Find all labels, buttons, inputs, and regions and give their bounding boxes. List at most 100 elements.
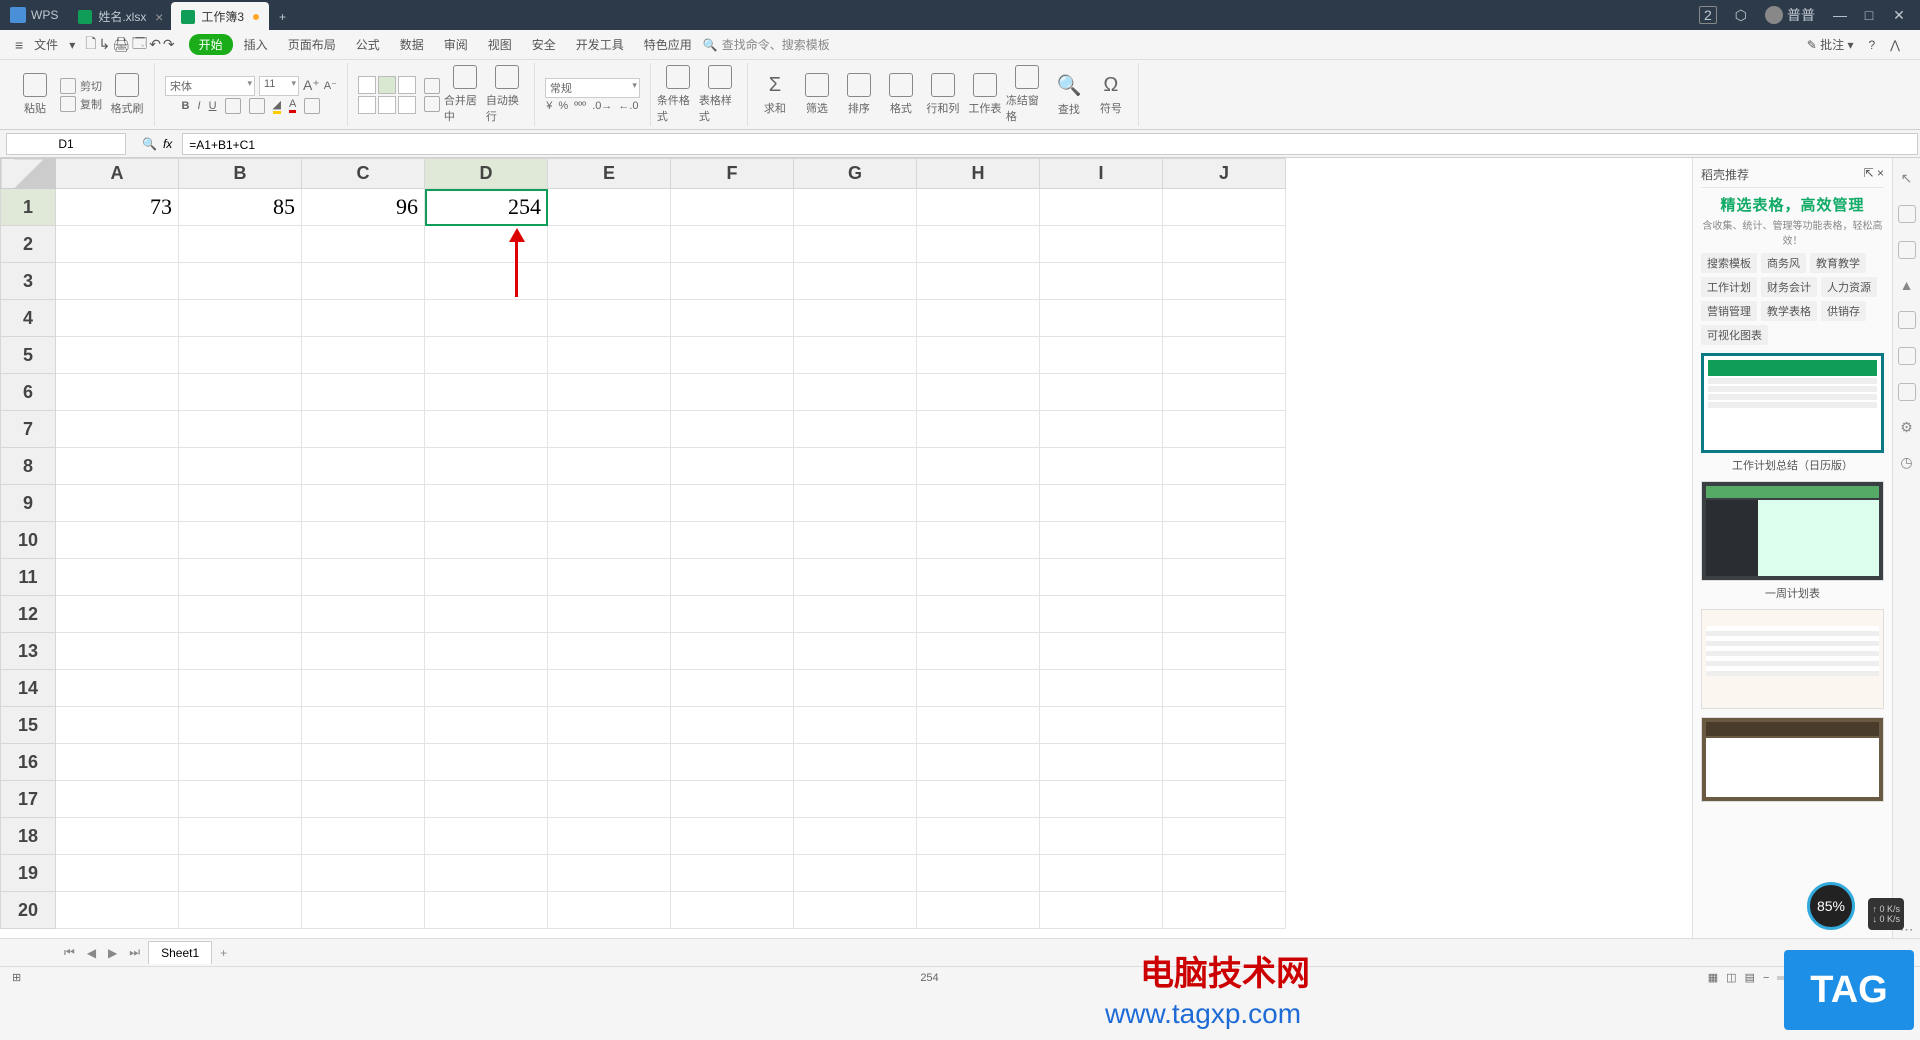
rail-icon-4[interactable] — [1898, 347, 1916, 365]
add-sheet-icon[interactable]: + — [216, 944, 231, 962]
cell-B9[interactable] — [179, 485, 302, 522]
cell-D16[interactable] — [425, 744, 548, 781]
cell-A12[interactable] — [56, 596, 179, 633]
cell-J14[interactable] — [1163, 670, 1286, 707]
menu-icon[interactable]: ≡ — [15, 37, 23, 53]
dec-inc-icon[interactable]: .0→ — [592, 100, 612, 112]
tab-home[interactable]: 开始 — [189, 34, 233, 55]
cell-F20[interactable] — [671, 892, 794, 929]
font-name-combo[interactable]: 宋体 — [165, 76, 255, 96]
col-header-A[interactable]: A — [56, 159, 179, 189]
tab-view[interactable]: 视图 — [479, 32, 521, 57]
grid[interactable]: ABCDEFGHIJ173859625423456789101112131415… — [0, 158, 1692, 938]
bold-button[interactable]: B — [182, 100, 190, 112]
col-header-F[interactable]: F — [671, 159, 794, 189]
cell-F18[interactable] — [671, 818, 794, 855]
cell-H14[interactable] — [917, 670, 1040, 707]
cell-B10[interactable] — [179, 522, 302, 559]
row-header-13[interactable]: 13 — [1, 633, 56, 670]
cell-E13[interactable] — [548, 633, 671, 670]
col-header-C[interactable]: C — [302, 159, 425, 189]
cell-E4[interactable] — [548, 300, 671, 337]
template-tag-7[interactable]: 教学表格 — [1761, 301, 1817, 321]
panel-close-icon[interactable]: × — [1877, 166, 1884, 180]
cell-B7[interactable] — [179, 411, 302, 448]
cell-A13[interactable] — [56, 633, 179, 670]
cell-G17[interactable] — [794, 781, 917, 818]
cell-D11[interactable] — [425, 559, 548, 596]
template-tag-9[interactable]: 可视化图表 — [1701, 325, 1768, 345]
font-color-icon[interactable]: A — [289, 98, 296, 113]
cell-A6[interactable] — [56, 374, 179, 411]
col-header-B[interactable]: B — [179, 159, 302, 189]
cell-G3[interactable] — [794, 263, 917, 300]
rail-clock-icon[interactable]: ◷ — [1900, 454, 1912, 471]
cell-B14[interactable] — [179, 670, 302, 707]
rail-icon-1[interactable] — [1898, 205, 1916, 223]
row-header-3[interactable]: 3 — [1, 263, 56, 300]
rail-icon-2[interactable] — [1898, 241, 1916, 259]
row-header-14[interactable]: 14 — [1, 670, 56, 707]
select-tool-icon[interactable]: ↖ — [1901, 170, 1913, 187]
cell-H9[interactable] — [917, 485, 1040, 522]
cell-B4[interactable] — [179, 300, 302, 337]
col-header-D[interactable]: D — [425, 159, 548, 189]
tab-dev[interactable]: 开发工具 — [567, 32, 633, 57]
cell-A4[interactable] — [56, 300, 179, 337]
cell-J18[interactable] — [1163, 818, 1286, 855]
align-top-left[interactable] — [358, 76, 376, 94]
percent-icon[interactable]: % — [558, 100, 568, 112]
cell-C4[interactable] — [302, 300, 425, 337]
select-all-corner[interactable] — [1, 159, 56, 189]
cell-D6[interactable] — [425, 374, 548, 411]
thousands-icon[interactable]: ººº — [574, 100, 586, 112]
col-header-H[interactable]: H — [917, 159, 1040, 189]
cell-D4[interactable] — [425, 300, 548, 337]
cell-A15[interactable] — [56, 707, 179, 744]
cell-C9[interactable] — [302, 485, 425, 522]
cell-F13[interactable] — [671, 633, 794, 670]
cell-G18[interactable] — [794, 818, 917, 855]
cell-D15[interactable] — [425, 707, 548, 744]
sheet-tab-0[interactable]: Sheet1 — [148, 941, 212, 964]
row-header-10[interactable]: 10 — [1, 522, 56, 559]
cell-F14[interactable] — [671, 670, 794, 707]
view-normal-icon[interactable]: ▦ — [1708, 971, 1718, 984]
row-header-5[interactable]: 5 — [1, 337, 56, 374]
cell-J13[interactable] — [1163, 633, 1286, 670]
row-header-9[interactable]: 9 — [1, 485, 56, 522]
cell-D12[interactable] — [425, 596, 548, 633]
template-tag-6[interactable]: 营销管理 — [1701, 301, 1757, 321]
cell-G1[interactable] — [794, 189, 917, 226]
col-header-I[interactable]: I — [1040, 159, 1163, 189]
cell-C1[interactable]: 96 — [302, 189, 425, 226]
cell-H15[interactable] — [917, 707, 1040, 744]
cell-I7[interactable] — [1040, 411, 1163, 448]
cell-D19[interactable] — [425, 855, 548, 892]
cell-A14[interactable] — [56, 670, 179, 707]
tab-last-icon[interactable]: ⏭ — [125, 943, 144, 962]
cell-G7[interactable] — [794, 411, 917, 448]
template-thumb-3[interactable] — [1701, 717, 1884, 802]
cell-J12[interactable] — [1163, 596, 1286, 633]
cell-E19[interactable] — [548, 855, 671, 892]
paste-button[interactable]: 粘贴 — [14, 63, 56, 126]
cell-A16[interactable] — [56, 744, 179, 781]
italic-button[interactable]: I — [198, 100, 201, 112]
row-header-16[interactable]: 16 — [1, 744, 56, 781]
new-tab[interactable]: + — [269, 2, 311, 32]
cell-D13[interactable] — [425, 633, 548, 670]
sum-button[interactable]: Σ求和 — [754, 63, 796, 126]
cell-F10[interactable] — [671, 522, 794, 559]
cell-C5[interactable] — [302, 337, 425, 374]
cell-E17[interactable] — [548, 781, 671, 818]
cell-F11[interactable] — [671, 559, 794, 596]
cell-F9[interactable] — [671, 485, 794, 522]
cell-E15[interactable] — [548, 707, 671, 744]
view-page-icon[interactable]: ◫ — [1726, 971, 1736, 984]
cell-B18[interactable] — [179, 818, 302, 855]
cell-D8[interactable] — [425, 448, 548, 485]
cell-J10[interactable] — [1163, 522, 1286, 559]
user-avatar-icon[interactable] — [1765, 6, 1783, 24]
cell-B15[interactable] — [179, 707, 302, 744]
